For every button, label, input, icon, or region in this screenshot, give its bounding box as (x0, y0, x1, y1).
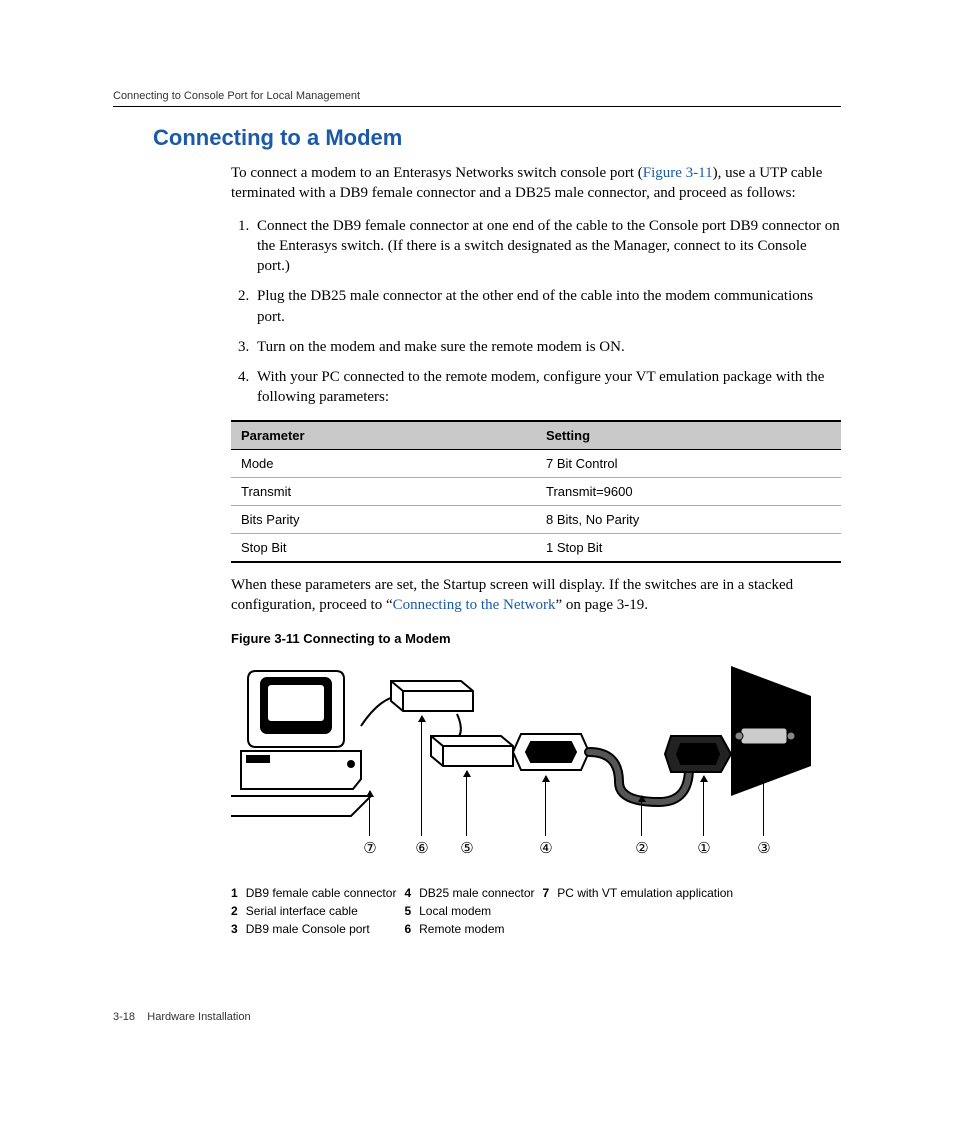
cell: 1 Stop Bit (536, 533, 841, 562)
connecting-to-network-link[interactable]: Connecting to the Network (393, 597, 556, 613)
legend-num: 5 (404, 902, 419, 920)
step-3: Turn on the modem and make sure the remo… (253, 337, 841, 357)
intro-pre: To connect a modem to an Enterasys Netwo… (231, 165, 643, 181)
figure-legend: 1 DB9 female cable connector 4 DB25 male… (231, 884, 841, 938)
page-number: 3-18 (113, 1011, 135, 1023)
switch-panel-icon (731, 666, 811, 796)
after-post: ” on page 3-19. (556, 597, 648, 613)
local-modem-icon (431, 736, 513, 766)
legend-text: Local modem (419, 902, 542, 920)
step-4: With your PC connected to the remote mod… (253, 367, 841, 408)
figure-3-11: ⑦ ⑥ ⑤ ④ ② ① ③ (231, 656, 821, 866)
after-table-paragraph: When these parameters are set, the Start… (231, 575, 841, 616)
modem-diagram-svg (231, 656, 821, 866)
callout-arrow (545, 776, 546, 836)
legend-text: PC with VT emulation application (557, 884, 741, 902)
cell: Stop Bit (231, 533, 536, 562)
callout-arrow (466, 771, 467, 836)
callout-arrow (763, 748, 764, 836)
legend-num: 4 (404, 884, 419, 902)
callout-1: ① (695, 839, 713, 858)
legend-num: 6 (404, 920, 419, 938)
table-row: Mode7 Bit Control (231, 449, 841, 477)
legend-text: DB25 male connector (419, 884, 542, 902)
intro-paragraph: To connect a modem to an Enterasys Netwo… (231, 163, 841, 204)
legend-text: Remote modem (419, 920, 542, 938)
legend-text: Serial interface cable (246, 902, 405, 920)
pc-icon (231, 671, 371, 816)
callout-2: ② (633, 839, 651, 858)
legend-num: 3 (231, 920, 246, 938)
legend-num: 1 (231, 884, 246, 902)
footer-title: Hardware Installation (147, 1011, 250, 1023)
running-header: Connecting to Console Port for Local Man… (113, 90, 841, 102)
steps-list: Connect the DB9 female connector at one … (231, 216, 841, 408)
callout-3: ③ (755, 839, 773, 858)
legend-num: 7 (543, 884, 558, 902)
legend-num: 2 (231, 902, 246, 920)
cell: 7 Bit Control (536, 449, 841, 477)
callout-arrow (421, 716, 422, 836)
db9-connector-icon (665, 736, 731, 772)
callout-6: ⑥ (413, 839, 431, 858)
callout-arrow (641, 796, 642, 836)
cell: Bits Parity (231, 505, 536, 533)
callout-arrow (369, 791, 370, 836)
db25-connector-icon (513, 734, 589, 770)
cell: Transmit (231, 477, 536, 505)
figure-caption: Figure 3-11 Connecting to a Modem (231, 631, 841, 646)
cell: Transmit=9600 (536, 477, 841, 505)
callout-4: ④ (537, 839, 555, 858)
step-2: Plug the DB25 male connector at the othe… (253, 286, 841, 327)
col-setting: Setting (536, 421, 841, 450)
figure-3-11-link[interactable]: Figure 3-11 (643, 165, 713, 181)
cell: 8 Bits, No Parity (536, 505, 841, 533)
callout-7: ⑦ (361, 839, 379, 858)
table-row: Stop Bit1 Stop Bit (231, 533, 841, 562)
table-row: TransmitTransmit=9600 (231, 477, 841, 505)
parameters-table: Parameter Setting Mode7 Bit Control Tran… (231, 420, 841, 563)
header-rule (113, 106, 841, 107)
remote-modem-icon (391, 681, 473, 711)
callout-arrow (703, 776, 704, 836)
legend-text: DB9 female cable connector (246, 884, 405, 902)
col-parameter: Parameter (231, 421, 536, 450)
legend-text: DB9 male Console port (246, 920, 405, 938)
page-footer: 3-18 Hardware Installation (113, 1011, 251, 1023)
step-1: Connect the DB9 female connector at one … (253, 216, 841, 277)
table-header-row: Parameter Setting (231, 421, 841, 450)
section-heading: Connecting to a Modem (153, 125, 841, 151)
table-row: Bits Parity8 Bits, No Parity (231, 505, 841, 533)
callout-5: ⑤ (458, 839, 476, 858)
cell: Mode (231, 449, 536, 477)
